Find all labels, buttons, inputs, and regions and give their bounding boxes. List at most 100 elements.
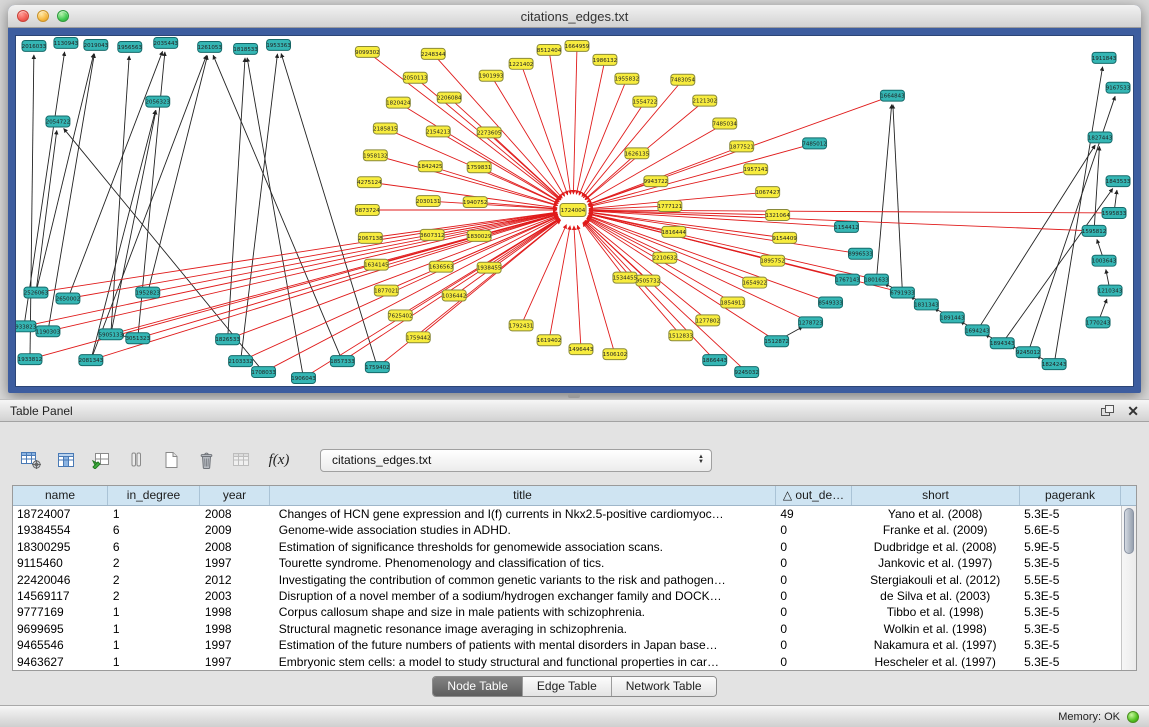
graph-edge[interactable] — [30, 55, 34, 359]
table-row[interactable]: 1456911722003Disruption of a novel membe… — [13, 588, 1120, 604]
column-header[interactable]: name — [13, 486, 108, 505]
graph-edge[interactable] — [549, 226, 570, 341]
tab-node-table[interactable]: Node Table — [433, 677, 523, 696]
splitter-handle[interactable] — [568, 394, 580, 398]
graph-node[interactable]: 8512404 — [537, 44, 562, 55]
minimize-window-button[interactable] — [37, 10, 49, 22]
graph-node[interactable]: 1933812 — [18, 354, 42, 365]
graph-node[interactable]: 2054722 — [46, 116, 70, 127]
graph-node[interactable]: 1952823 — [136, 287, 161, 298]
graph-node[interactable]: 7625402 — [388, 310, 412, 321]
graph-node[interactable]: 1626135 — [625, 148, 649, 159]
graph-node[interactable]: 1221402 — [509, 58, 533, 69]
graph-node[interactable]: 1724004 — [560, 204, 586, 217]
graph-node[interactable]: 1261053 — [197, 41, 222, 52]
graph-node[interactable]: 1036442 — [442, 290, 466, 301]
graph-node[interactable]: 2081343 — [79, 355, 104, 366]
graph-node[interactable]: 9154409 — [772, 232, 797, 243]
table-row[interactable]: 1830029562008Estimation of significance … — [13, 539, 1120, 555]
table-row[interactable]: 946554611997Estimation of the future num… — [13, 637, 1120, 653]
graph-node[interactable]: 1694243 — [965, 325, 990, 336]
graph-node[interactable]: 2019043 — [84, 39, 109, 50]
graph-node[interactable]: 1866443 — [703, 355, 728, 366]
table-row[interactable]: 969969511998Structural magnetic resonanc… — [13, 621, 1120, 637]
graph-node[interactable]: 1664843 — [880, 90, 905, 101]
graph-edge[interactable] — [241, 54, 278, 361]
graph-node[interactable]: 1816444 — [662, 226, 687, 237]
graph-edge[interactable] — [1094, 146, 1099, 231]
graph-node[interactable]: 8996533 — [848, 248, 873, 259]
graph-edge[interactable] — [148, 213, 558, 292]
table-source-select[interactable]: citations_edges.txt ▲ ▼ — [320, 449, 712, 472]
graph-node[interactable]: 1986132 — [593, 54, 617, 65]
graph-node[interactable]: 1277802 — [696, 315, 720, 326]
graph-node[interactable]: 2056323 — [146, 96, 171, 107]
graph-edge[interactable] — [111, 56, 129, 334]
graph-node[interactable]: 7485012 — [802, 138, 826, 149]
graph-edge[interactable] — [585, 153, 637, 199]
float-panel-icon[interactable] — [1101, 405, 1115, 417]
graph-node[interactable]: 1831343 — [914, 299, 939, 310]
graph-edge[interactable] — [579, 79, 627, 196]
graph-edge[interactable] — [583, 223, 625, 278]
graph-edge[interactable] — [111, 110, 156, 334]
graph-edge[interactable] — [36, 130, 57, 292]
zoom-window-button[interactable] — [57, 10, 69, 22]
graph-node[interactable]: 2206084 — [437, 92, 462, 103]
table-scrollbar[interactable] — [1121, 506, 1136, 670]
graph-node[interactable]: 1664959 — [565, 40, 590, 51]
graph-node[interactable]: 1708033 — [251, 367, 276, 378]
table-row[interactable]: 977716911998Corpus callosum shape and si… — [13, 604, 1120, 620]
column-header[interactable]: △ out_de… — [776, 486, 852, 505]
window-titlebar[interactable]: citations_edges.txt — [8, 5, 1141, 28]
graph-edge[interactable] — [588, 143, 814, 205]
graph-node[interactable]: 1595812 — [1082, 225, 1106, 236]
graph-node[interactable]: 2030131 — [416, 196, 440, 207]
column-header[interactable]: short — [852, 486, 1020, 505]
graph-node[interactable]: 1827443 — [1088, 132, 1113, 143]
table-edit-icon[interactable] — [88, 447, 114, 473]
scrollbar-thumb[interactable] — [1124, 508, 1134, 554]
graph-edge[interactable] — [148, 56, 208, 293]
graph-edge[interactable] — [893, 105, 903, 293]
graph-edge[interactable] — [24, 52, 65, 327]
graph-edge[interactable] — [491, 76, 565, 197]
graph-node[interactable]: 9943722 — [644, 176, 668, 187]
graph-node[interactable]: 1854911 — [721, 297, 745, 308]
column-header[interactable]: year — [200, 486, 270, 505]
column-header[interactable]: in_degree — [108, 486, 200, 505]
graph-edge[interactable] — [589, 214, 877, 280]
graph-node[interactable]: 1953363 — [266, 39, 291, 50]
graph-node[interactable]: 1938455 — [477, 262, 501, 273]
graph-node[interactable]: 3607312 — [420, 229, 444, 240]
graph-node[interactable]: 1792431 — [509, 320, 533, 331]
graph-node[interactable]: 1512833 — [669, 330, 694, 341]
graph-node[interactable]: 1506102 — [603, 349, 627, 360]
graph-edge[interactable] — [370, 212, 557, 238]
graph-node[interactable]: 1278723 — [798, 317, 823, 328]
graph-edge[interactable] — [574, 226, 581, 349]
new-document-icon[interactable] — [158, 447, 184, 473]
graph-node[interactable]: 5905133 — [99, 329, 124, 340]
graph-edge[interactable] — [876, 105, 891, 280]
graph-node[interactable]: 7485034 — [713, 118, 738, 129]
graph-node[interactable]: 1824243 — [1042, 359, 1067, 370]
function-builder-button[interactable]: f(x) — [263, 447, 295, 473]
graph-node[interactable]: 7483054 — [671, 74, 696, 85]
import-table-icon[interactable] — [228, 447, 254, 473]
graph-node[interactable]: 1634145 — [364, 259, 388, 270]
graph-edge[interactable] — [264, 217, 559, 372]
graph-node[interactable]: 9505732 — [636, 275, 660, 286]
network-canvas[interactable]: 2248344205011318204242185815195813242751… — [15, 35, 1134, 387]
graph-edge[interactable] — [247, 58, 303, 378]
graph-node[interactable]: 4275124 — [357, 177, 382, 188]
graph-node[interactable]: 1877021 — [374, 285, 398, 296]
graph-node[interactable]: 2210632 — [653, 252, 677, 263]
graph-edge[interactable] — [138, 215, 558, 339]
graph-node[interactable]: 2103332 — [228, 356, 252, 367]
graph-node[interactable]: 2526063 — [24, 287, 49, 298]
graph-node[interactable]: 1895752 — [760, 255, 784, 266]
graph-node[interactable]: 1654922 — [742, 277, 766, 288]
column-header[interactable]: title — [270, 486, 776, 505]
graph-node[interactable]: 1956563 — [118, 41, 143, 52]
